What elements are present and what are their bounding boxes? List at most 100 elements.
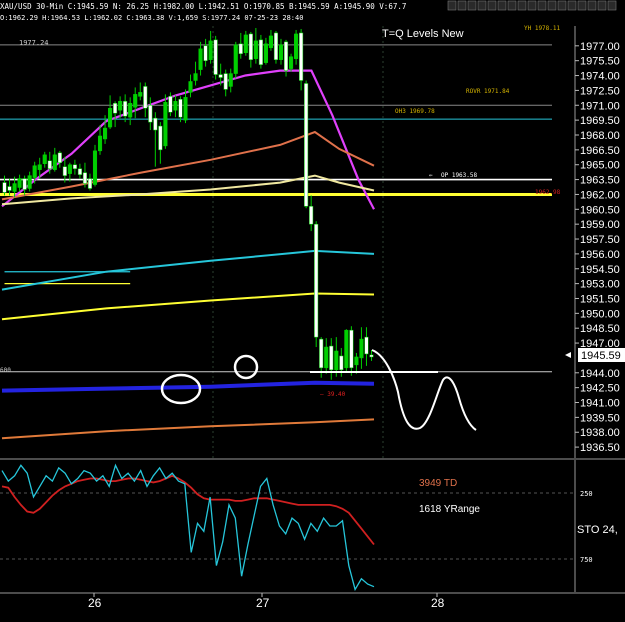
price-tick-label: 1974.00 (580, 71, 620, 83)
candle-body (52, 154, 57, 170)
price-tick-label: 1941.00 (580, 398, 620, 410)
candle-body (7, 186, 12, 191)
price-tick-label: 1957.50 (580, 234, 620, 246)
candle-body (354, 356, 359, 366)
candle-body (369, 354, 374, 358)
chart-title: T=Q Levels New (382, 28, 464, 40)
oscillator-tick-label: 250 (580, 490, 593, 498)
candle-body (87, 178, 93, 189)
oscillator-line (1, 474, 375, 546)
candle-body (193, 73, 198, 81)
toolbar-button (557, 0, 567, 11)
candle-body (97, 135, 103, 152)
toolbar-button (537, 0, 547, 11)
toolbar-button (607, 0, 617, 11)
toolbar-button (447, 0, 457, 11)
price-chart-svg: XAU/USD 30-Min C:1945.59 N: 26.25 H:1982… (0, 0, 625, 610)
candle-body (57, 152, 62, 163)
candle-body (128, 103, 133, 118)
candle-body (304, 83, 309, 207)
price-tick-label: 1956.00 (580, 249, 620, 261)
arrow-icon: ⇐ (429, 172, 433, 179)
candle-body (263, 43, 268, 63)
candle-body (233, 44, 238, 74)
toolbar-button (497, 0, 507, 11)
candle-body (62, 166, 67, 176)
candle-body (173, 101, 178, 111)
price-tick-label: 1938.00 (580, 427, 620, 439)
candle-body (103, 127, 108, 140)
candle-body (253, 40, 258, 59)
candle-body (208, 40, 213, 60)
candle-body (67, 164, 72, 174)
time-tick-label: 26 (88, 596, 102, 610)
annotation-right-yellow: 1962.98 (535, 189, 561, 196)
candle-body (268, 35, 273, 49)
current-price-arrow-icon (565, 352, 571, 358)
moving-average-line (1, 130, 375, 201)
candle-body (123, 101, 128, 117)
candle-body (349, 329, 354, 369)
price-tick-label: 1942.50 (580, 383, 620, 395)
price-tick-label: 1971.00 (580, 100, 620, 112)
candle-body (108, 107, 113, 128)
price-tick-label: 1963.50 (580, 175, 620, 187)
candle-body (42, 154, 47, 164)
candle-body (203, 45, 208, 61)
candle-body (223, 73, 228, 90)
candle-body (243, 34, 248, 54)
toolbar-button (577, 0, 587, 11)
price-tick-label: 1972.50 (580, 85, 620, 97)
candle-body (118, 101, 123, 111)
candle-body (198, 48, 203, 70)
price-axis: 1977.00 1975.50 1974.00 1972.50 1971.00 1969.… (575, 41, 620, 454)
time-tick-label: 28 (431, 596, 445, 610)
price-tick-label: 1950.00 (580, 308, 620, 320)
toolbar (447, 0, 617, 11)
candle-body (113, 103, 118, 114)
toolbar-button (517, 0, 527, 11)
candle-body (32, 165, 37, 178)
price-tick-label: 1959.00 (580, 219, 620, 231)
candle-body (178, 99, 183, 118)
annotation-oh3: OH3 1969.78 (395, 108, 435, 115)
candle-body (278, 44, 284, 60)
toolbar-button (527, 0, 537, 11)
price-tick-label: 1966.50 (580, 145, 620, 157)
candle-body (12, 183, 17, 192)
header-sub-text: O:1962.29 H:1964.53 L:1962.02 C:1963.38 … (0, 14, 303, 22)
candle-body (238, 43, 243, 54)
candle-body (213, 39, 218, 75)
toolbar-button (467, 0, 477, 11)
candle-body (82, 172, 87, 184)
candle-body (329, 345, 334, 371)
price-grid (0, 26, 625, 460)
candle-body (27, 175, 32, 189)
price-tick-label: 1954.50 (580, 264, 620, 276)
price-tick-label: 1962.00 (580, 189, 620, 201)
oscillator-panel: 250 750 (0, 460, 593, 592)
annotation-dash: — 39.40 (320, 391, 346, 398)
price-tick-label: 1944.00 (580, 368, 620, 380)
candle-body (248, 33, 253, 60)
price-tick-label: 1948.50 (580, 323, 620, 335)
oscillator-tick-label: 750 (580, 556, 593, 564)
oscillator-sto-label: STO 24, (577, 524, 618, 536)
moving-average-line (1, 380, 375, 393)
toolbar-button (547, 0, 557, 11)
price-tick-label: 1969.50 (580, 115, 620, 127)
price-tick-label: 1939.50 (580, 412, 620, 424)
candle-body (228, 73, 233, 87)
candle-body (47, 160, 52, 169)
candle-body (22, 178, 27, 190)
candle-body (138, 92, 143, 97)
candlestick-series (2, 27, 374, 380)
toolbar-button (597, 0, 607, 11)
toolbar-button (587, 0, 597, 11)
candle-body (158, 125, 163, 151)
candle-body (283, 41, 289, 71)
toolbar-button (507, 0, 517, 11)
price-tick-label: 1953.00 (580, 279, 620, 291)
candle-body (168, 96, 173, 113)
candle-body (273, 32, 279, 60)
